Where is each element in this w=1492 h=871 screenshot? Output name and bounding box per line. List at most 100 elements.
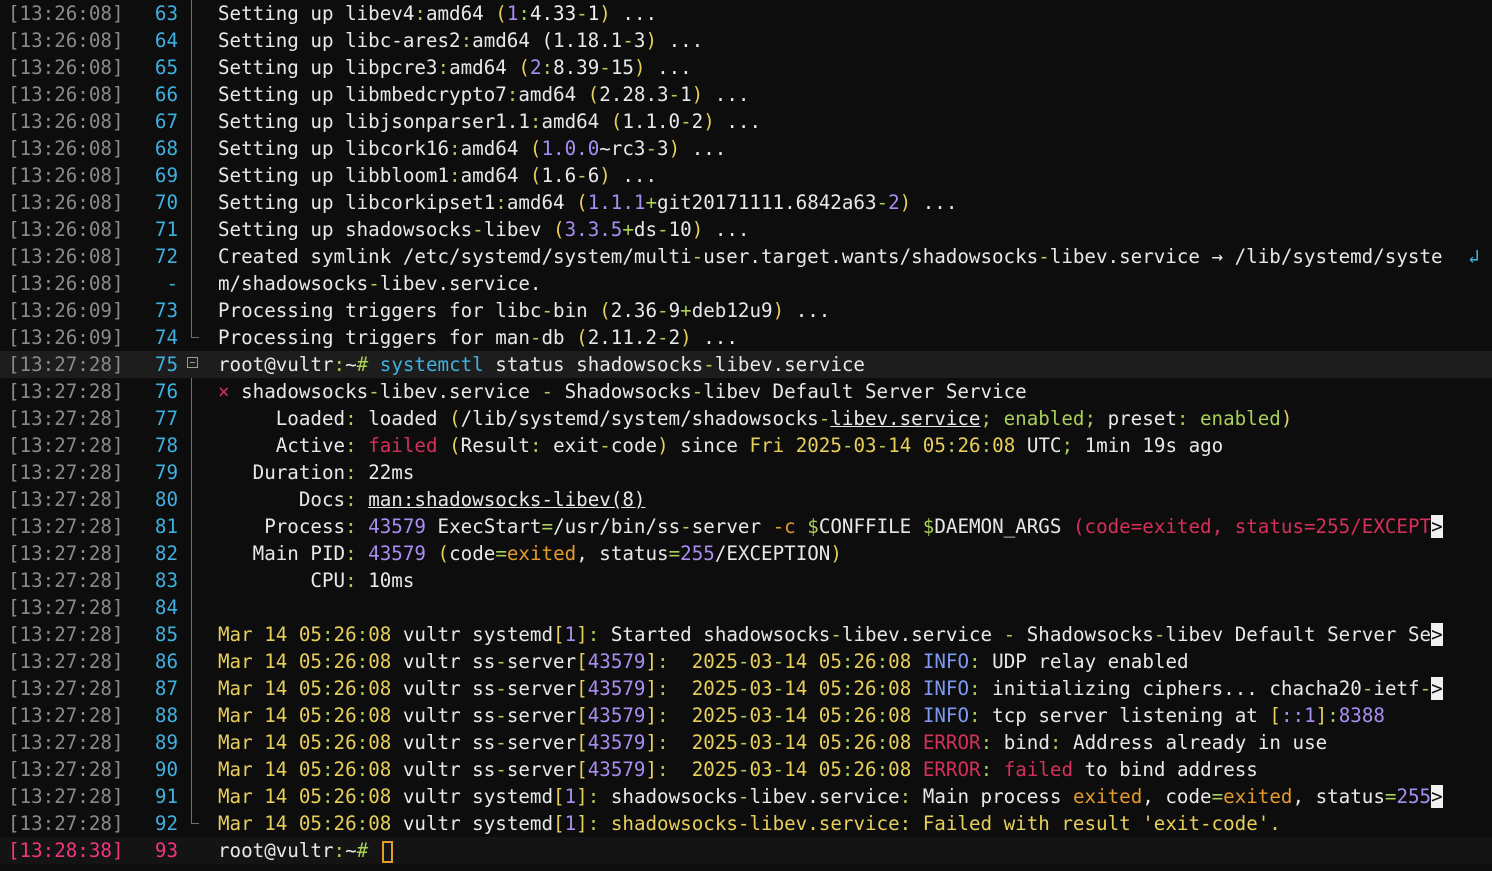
text-segment: : [356,731,369,754]
text-segment: 8388 [1338,704,1385,727]
text-segment: ( [576,326,588,349]
text-segment: 1min 19s ago [1073,434,1224,457]
text-segment: amd64 (1.18.1 [472,29,623,52]
terminal-line: [13:27:28] 88 Mar 14 05:26:08 vultr ss-ser… [0,702,1492,729]
line-timestamp: [13:27:28] [8,758,124,781]
line-timestamp: [13:27:28] [8,434,124,457]
text-segment: vultr ss [391,731,496,754]
text-segment: 2025 [668,650,738,673]
text-segment: code [610,434,658,457]
text-segment: : [657,731,669,754]
text-segment: , status [576,542,669,565]
fold-guide-icon [185,162,203,189]
text-segment: [ [576,731,588,754]
text-segment: shadowsocks-libev.service: Failed with r… [599,812,1281,835]
text-segment: 2.36 [610,299,658,322]
line-text: CPU: 10ms [218,567,414,594]
text-segment: 26 [853,758,877,781]
text-segment: -c [772,515,796,538]
terminal-line: [13:27:28] 91 Mar 14 05:26:08 vultr system… [0,783,1492,810]
text-segment: since [668,434,750,457]
text-segment: 08 [368,785,392,808]
text-segment: 26 [853,731,877,754]
text-segment: to bind address [1073,758,1258,781]
text-segment: 2 [668,326,681,349]
text-segment: Setting up libev4 [218,2,415,25]
text-segment: : [969,677,981,700]
text-segment: : enabled [1176,407,1281,430]
terminal-line: [13:26:09] 73 Processing triggers for libc… [0,297,1492,324]
fold-guide-icon [185,108,203,135]
fold-guide-icon [185,297,203,324]
text-segment: - [368,272,380,295]
text-segment: ( [495,2,507,25]
text-segment: Setting up libc-ares2 [218,29,461,52]
line-timestamp: [13:26:08] [8,56,124,79]
text-segment: - [541,299,554,322]
command-prompt[interactable]: root@vultr:~# [218,837,393,864]
line-timestamp: [13:26:08] [8,83,124,106]
text-segment: $ [922,515,935,538]
text-segment: : [518,2,530,25]
line-number: 76 [154,380,178,403]
line-number: 68 [154,137,178,160]
line-number: 92 [154,812,178,835]
text-segment: 1 [680,83,692,106]
text-segment: 08 [992,434,1016,457]
text-segment: - [622,29,634,52]
fold-guide-icon [185,81,203,108]
text-segment: : [841,731,854,754]
text-segment: 08 [368,731,392,754]
line-number: 79 [154,461,178,484]
text-segment: ( [449,407,461,430]
text-segment: 03 [749,731,773,754]
text-segment: 08 [368,704,392,727]
text-segment: 08 [368,812,392,835]
line-number: 73 [154,299,178,322]
text-segment: ... [610,2,658,25]
text-segment: + [680,299,692,322]
fold-guide-icon [185,216,203,243]
terminal-line: [13:27:28] 89 Mar 14 05:26:08 vultr ss-ser… [0,729,1492,756]
text-segment: ) [645,29,658,52]
text-segment: ds [633,218,658,241]
text-segment [992,758,1004,781]
text-segment: amd64 [460,137,530,160]
text-segment: 1 [564,623,577,646]
text-segment: Started shadowsocks [599,623,831,646]
text-segment: Loaded [218,407,346,430]
terminal-line: [13:26:08] 72 Created symlink /etc/systemd… [0,243,1492,270]
line-number: 82 [154,542,178,565]
fold-toggle-icon[interactable] [185,351,203,378]
text-segment: ( [518,56,530,79]
terminal-line: [13:26:08] 65 Setting up libpcre3:amd64 (2… [0,54,1492,81]
terminal-line: [13:27:28] 83 CPU: 10ms [0,567,1492,594]
terminal-line: [13:26:08] 67 Setting up libjsonparser1.1:… [0,108,1492,135]
text-segment: 43579 [587,677,646,700]
text-segment: - [737,731,750,754]
line-number: 90 [154,758,178,781]
line-text: × shadowsocks-libev.service - Shadowsock… [218,378,1027,405]
truncation-marker: > [1431,515,1443,538]
terminal-line: [13:26:08] 66 Setting up libmbedcrypto7:am… [0,81,1492,108]
text-segment: - [495,758,507,781]
text-segment: ~ [345,353,357,376]
terminal-window[interactable]: [13:26:08] 63 Setting up libev4:amd64 (1:4… [0,0,1492,871]
terminal-line: [13:27:28] 81 Process: 43579 ExecStart=/u… [0,513,1492,540]
text-segment: ) [703,110,715,133]
text-segment: - [495,704,507,727]
text-segment: vultr ss [391,650,496,673]
text-segment: ( [449,434,461,457]
text-segment [357,515,369,538]
terminal-line: [13:27:28] 85 Mar 14 05:26:08 vultr system… [0,621,1492,648]
text-segment: ) [668,137,681,160]
text-segment [357,542,369,565]
line-number: 70 [154,191,178,214]
line-timestamp: [13:27:28] [8,812,124,835]
line-text: Setting up libev4:amd64 (1:4.33-1) ... [218,0,657,27]
text-segment: : [980,758,993,781]
text-segment: [ [576,650,588,673]
text-segment: - [668,83,681,106]
text-segment: 08 [888,758,912,781]
text-segment: : [506,83,519,106]
